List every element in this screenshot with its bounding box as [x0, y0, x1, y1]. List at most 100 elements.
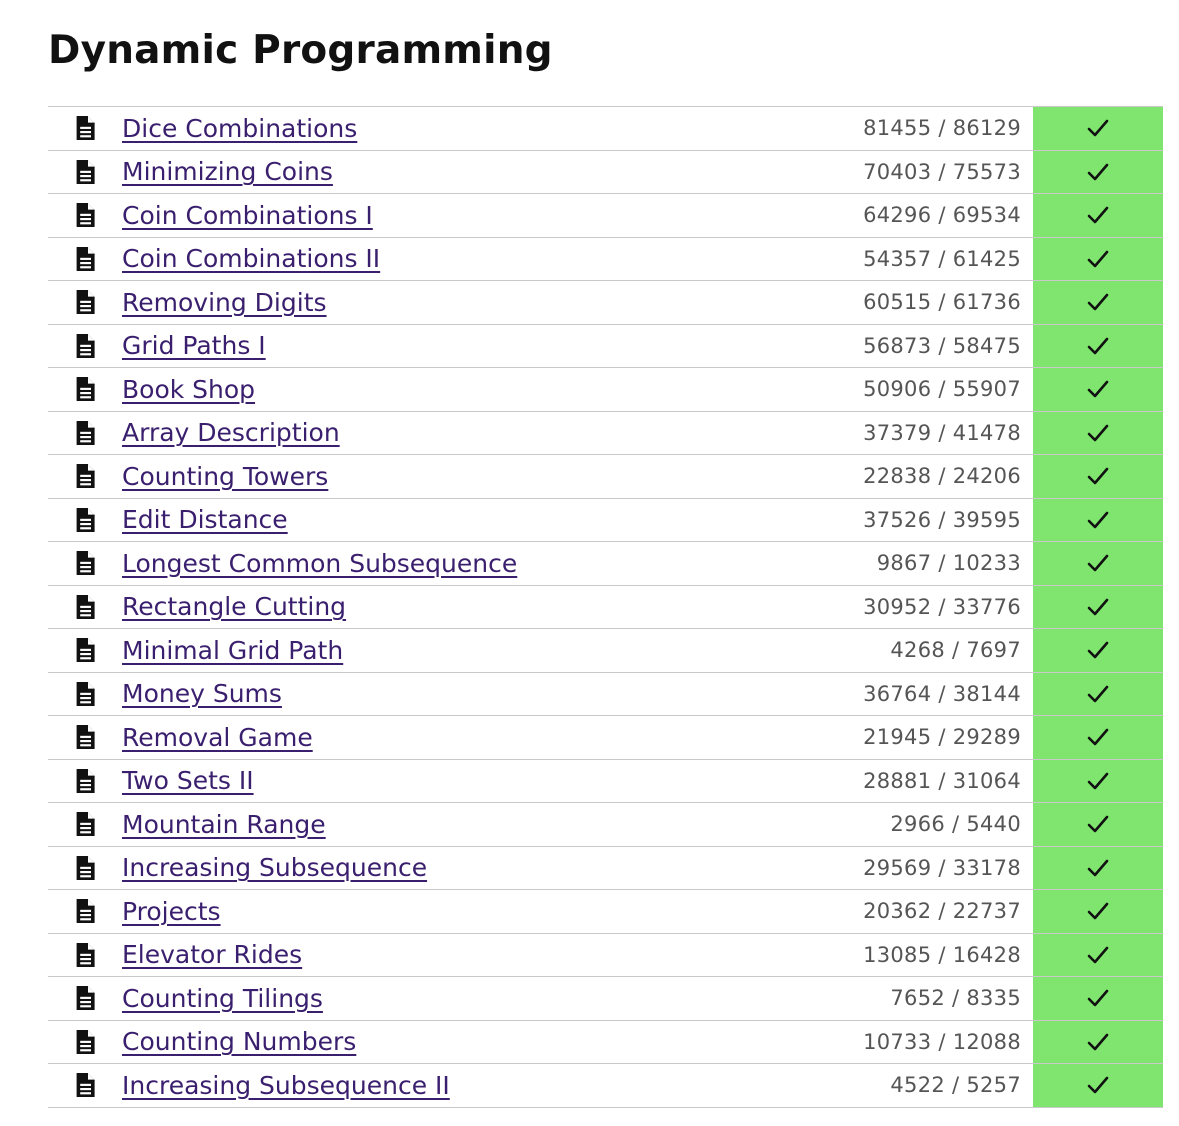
task-list: Dice Combinations 81455 / 86129 Minimizi… — [48, 106, 1163, 1108]
task-link[interactable]: Money Sums — [122, 679, 282, 708]
document-icon — [76, 507, 95, 532]
task-link[interactable]: Counting Numbers — [122, 1027, 356, 1056]
task-link[interactable]: Rectangle Cutting — [122, 592, 346, 621]
task-icon-cell — [48, 280, 116, 324]
task-status-cell — [1033, 193, 1163, 237]
check-icon — [1087, 641, 1109, 659]
task-link[interactable]: Counting Towers — [122, 462, 328, 491]
task-stat: 7652 / 8335 — [756, 976, 1033, 1020]
task-link[interactable]: Array Description — [122, 418, 340, 447]
task-stat: 13085 / 16428 — [756, 932, 1033, 977]
task-stat: 20362 / 22737 — [756, 889, 1033, 933]
check-icon — [1087, 337, 1109, 355]
check-icon — [1087, 380, 1109, 398]
task-stat: 81455 / 86129 — [756, 106, 1033, 150]
task-icon-cell — [48, 802, 116, 846]
check-icon — [1087, 1033, 1109, 1051]
check-icon — [1087, 250, 1109, 268]
document-icon — [76, 464, 95, 489]
task-link[interactable]: Removal Game — [122, 723, 313, 752]
task-name-cell: Rectangle Cutting — [116, 584, 756, 629]
document-icon — [76, 551, 95, 576]
check-icon — [1087, 163, 1109, 181]
task-name-cell: Counting Numbers — [116, 1019, 756, 1064]
task-icon-cell — [48, 497, 116, 542]
check-icon — [1087, 728, 1109, 746]
task-name-cell: Two Sets II — [116, 758, 756, 803]
task-link[interactable]: Increasing Subsequence II — [122, 1071, 450, 1100]
task-icon-cell — [48, 236, 116, 281]
check-icon — [1087, 511, 1109, 529]
document-icon — [76, 768, 95, 793]
task-link[interactable]: Removing Digits — [122, 288, 327, 317]
task-row: Coin Combinations II 54357 / 61425 — [48, 236, 1163, 281]
task-icon-cell — [48, 193, 116, 237]
document-icon — [76, 377, 95, 402]
document-icon — [76, 333, 95, 358]
task-name-cell: Coin Combinations II — [116, 236, 756, 281]
task-link[interactable]: Dice Combinations — [122, 114, 357, 143]
document-icon — [76, 725, 95, 750]
task-name-cell: Increasing Subsequence II — [116, 1063, 756, 1108]
task-row: Grid Paths I 56873 / 58475 — [48, 323, 1163, 368]
check-icon — [1087, 685, 1109, 703]
task-icon-cell — [48, 715, 116, 759]
task-link[interactable]: Increasing Subsequence — [122, 853, 427, 882]
task-status-cell — [1033, 323, 1163, 368]
task-icon-cell — [48, 1019, 116, 1064]
task-icon-cell — [48, 541, 116, 585]
document-icon — [76, 594, 95, 619]
task-link[interactable]: Two Sets II — [122, 766, 254, 795]
task-link[interactable]: Elevator Rides — [122, 940, 302, 969]
task-stat: 28881 / 31064 — [756, 758, 1033, 803]
task-name-cell: Mountain Range — [116, 802, 756, 846]
task-name-cell: Longest Common Subsequence — [116, 541, 756, 585]
task-link[interactable]: Mountain Range — [122, 810, 326, 839]
task-link[interactable]: Projects — [122, 897, 221, 926]
task-stat: 37379 / 41478 — [756, 410, 1033, 455]
task-stat: 21945 / 29289 — [756, 715, 1033, 759]
check-icon — [1087, 554, 1109, 572]
task-icon-cell — [48, 454, 116, 498]
task-link[interactable]: Grid Paths I — [122, 331, 266, 360]
task-stat: 37526 / 39595 — [756, 497, 1033, 542]
task-status-cell — [1033, 628, 1163, 672]
task-row: Minimizing Coins 70403 / 75573 — [48, 149, 1163, 194]
task-icon-cell — [48, 323, 116, 368]
task-icon-cell — [48, 671, 116, 716]
task-name-cell: Counting Tilings — [116, 976, 756, 1020]
task-name-cell: Removing Digits — [116, 280, 756, 324]
document-icon — [76, 855, 95, 880]
task-name-cell: Counting Towers — [116, 454, 756, 498]
document-icon — [76, 638, 95, 663]
document-icon — [76, 812, 95, 837]
task-link[interactable]: Edit Distance — [122, 505, 288, 534]
document-icon — [76, 116, 95, 141]
task-link[interactable]: Counting Tilings — [122, 984, 323, 1013]
task-link[interactable]: Minimal Grid Path — [122, 636, 343, 665]
document-icon — [76, 420, 95, 445]
task-link[interactable]: Coin Combinations II — [122, 244, 380, 273]
check-icon — [1087, 467, 1109, 485]
task-status-cell — [1033, 889, 1163, 933]
document-icon — [76, 681, 95, 706]
task-name-cell: Increasing Subsequence — [116, 845, 756, 890]
task-link[interactable]: Book Shop — [122, 375, 255, 404]
check-icon — [1087, 293, 1109, 311]
task-row: Two Sets II 28881 / 31064 — [48, 758, 1163, 803]
task-stat: 10733 / 12088 — [756, 1019, 1033, 1064]
task-stat: 9867 / 10233 — [756, 541, 1033, 585]
task-name-cell: Removal Game — [116, 715, 756, 759]
task-icon-cell — [48, 584, 116, 629]
task-link[interactable]: Minimizing Coins — [122, 157, 333, 186]
check-icon — [1087, 119, 1109, 137]
task-row: Increasing Subsequence 29569 / 33178 — [48, 845, 1163, 890]
task-stat: 60515 / 61736 — [756, 280, 1033, 324]
task-row: Removal Game 21945 / 29289 — [48, 715, 1163, 759]
task-status-cell — [1033, 932, 1163, 977]
check-icon — [1087, 772, 1109, 790]
task-icon-cell — [48, 976, 116, 1020]
task-link[interactable]: Longest Common Subsequence — [122, 549, 517, 578]
check-icon — [1087, 206, 1109, 224]
task-link[interactable]: Coin Combinations I — [122, 201, 373, 230]
